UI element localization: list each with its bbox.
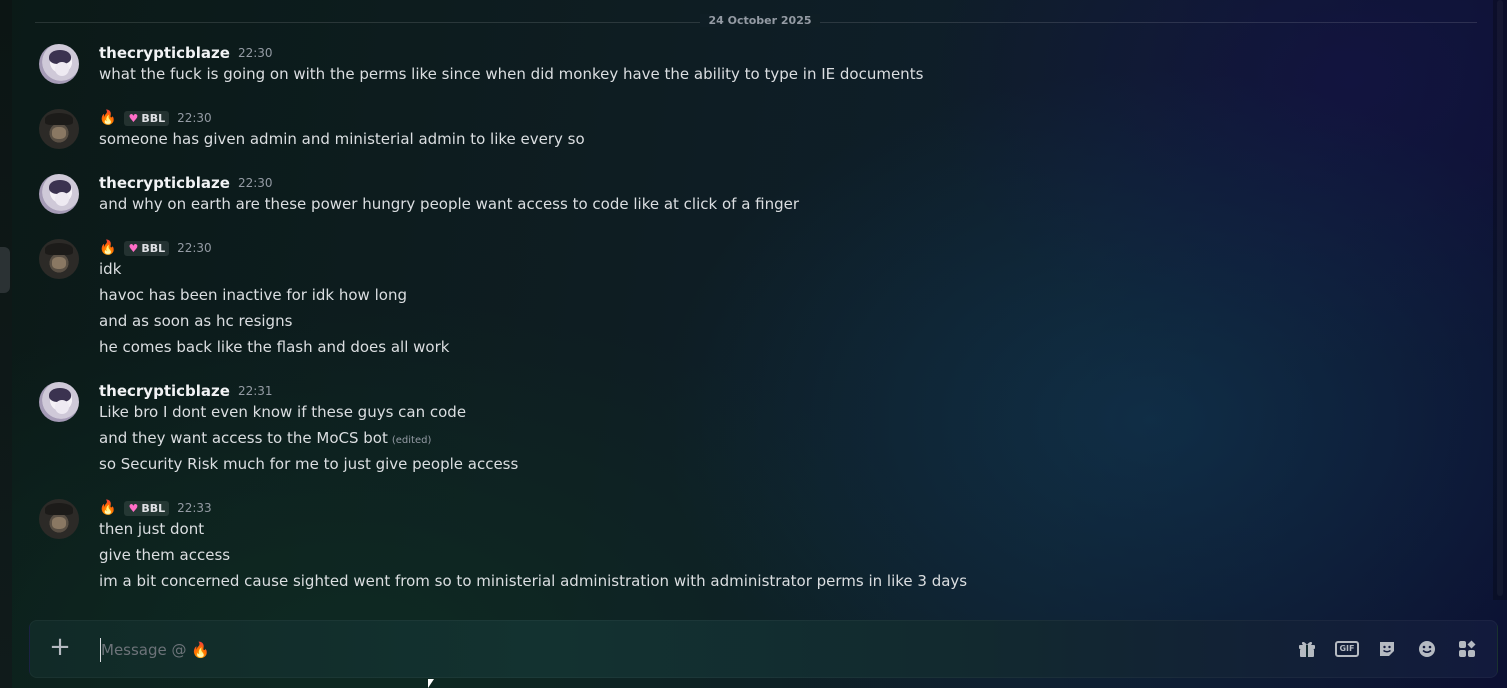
- message-text-edited: and they want access to the MoCS bot (edi…: [99, 429, 431, 447]
- timestamp[interactable]: 22:31: [238, 384, 273, 398]
- avatar[interactable]: [39, 239, 79, 279]
- flame-icon[interactable]: 🔥: [99, 501, 116, 515]
- avatar[interactable]: [39, 174, 79, 214]
- flame-icon[interactable]: 🔥: [99, 241, 116, 255]
- heart-icon: ♥: [128, 111, 139, 125]
- server-tag-label: BBL: [141, 111, 166, 125]
- timestamp[interactable]: 22:30: [177, 111, 212, 125]
- message-text: someone has given admin and ministerial …: [99, 130, 585, 148]
- composer-actions: GIF: [1295, 637, 1479, 661]
- message-header: thecrypticblaze 22:30: [99, 173, 273, 193]
- timestamp[interactable]: 22:30: [177, 241, 212, 255]
- message-header: 🔥 ♥ BBL 22:30: [99, 108, 212, 128]
- avatar[interactable]: [39, 109, 79, 149]
- plus-icon[interactable]: +: [48, 634, 72, 660]
- sidebar-resize-handle[interactable]: [0, 247, 10, 293]
- message-text: and they want access to the MoCS bot: [99, 429, 388, 447]
- message-header: 🔥 ♥ BBL 22:30: [99, 238, 212, 258]
- edited-label: (edited): [391, 435, 432, 446]
- message-header: thecrypticblaze 22:31: [99, 381, 273, 401]
- gif-icon[interactable]: GIF: [1335, 637, 1359, 661]
- username[interactable]: thecrypticblaze: [99, 382, 230, 400]
- apps-icon[interactable]: [1455, 637, 1479, 661]
- message-text: then just dont: [99, 520, 205, 538]
- message-text: he comes back like the flash and does al…: [99, 338, 450, 356]
- timestamp[interactable]: 22:33: [177, 501, 212, 515]
- avatar[interactable]: [39, 382, 79, 422]
- message-header: thecrypticblaze 22:30: [99, 43, 273, 63]
- flame-icon[interactable]: 🔥: [99, 111, 116, 125]
- server-tag[interactable]: ♥ BBL: [124, 240, 170, 256]
- message-text: so Security Risk much for me to just giv…: [99, 455, 519, 473]
- message-text: im a bit concerned cause sighted went fr…: [99, 572, 968, 590]
- message-text: give them access: [99, 546, 231, 564]
- date-divider-label: 24 October 2025: [700, 14, 820, 27]
- message-text: havoc has been inactive for idk how long: [99, 286, 407, 304]
- emoji-icon[interactable]: [1415, 637, 1439, 661]
- timestamp[interactable]: 22:30: [238, 176, 273, 190]
- avatar[interactable]: [39, 44, 79, 84]
- gift-icon[interactable]: [1295, 637, 1319, 661]
- scrollbar-thumb[interactable]: [1497, 0, 1503, 596]
- message-composer: + GIF: [29, 620, 1498, 678]
- server-tag-label: BBL: [141, 241, 166, 255]
- sticker-icon[interactable]: [1375, 637, 1399, 661]
- message-text: what the fuck is going on with the perms…: [99, 65, 924, 83]
- message-header: 🔥 ♥ BBL 22:33: [99, 498, 212, 518]
- timestamp[interactable]: 22:30: [238, 46, 273, 60]
- message-text: idk: [99, 260, 122, 278]
- server-tag[interactable]: ♥ BBL: [124, 500, 170, 516]
- mouse-cursor: [428, 679, 434, 688]
- gif-label: GIF: [1335, 641, 1359, 657]
- avatar[interactable]: [39, 499, 79, 539]
- server-tag[interactable]: ♥ BBL: [124, 110, 170, 126]
- server-tag-label: BBL: [141, 501, 166, 515]
- message-input[interactable]: [100, 638, 1253, 662]
- username[interactable]: thecrypticblaze: [99, 44, 230, 62]
- username[interactable]: thecrypticblaze: [99, 174, 230, 192]
- message-text: and why on earth are these power hungry …: [99, 195, 800, 213]
- message-scrollbar[interactable]: [1493, 0, 1507, 600]
- message-text: Like bro I dont even know if these guys …: [99, 403, 467, 421]
- message-text: and as soon as hc resigns: [99, 312, 293, 330]
- guild-sidebar-edge: [0, 0, 12, 688]
- heart-icon: ♥: [128, 241, 139, 255]
- heart-icon: ♥: [128, 501, 139, 515]
